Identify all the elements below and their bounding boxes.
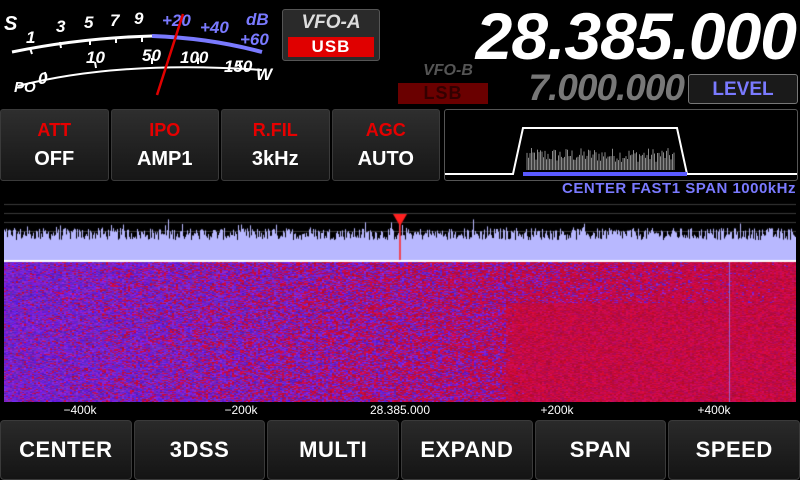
s-scale-5: 5	[84, 13, 94, 32]
multi-button[interactable]: MULTI	[267, 420, 400, 480]
filter-scope[interactable]	[444, 109, 798, 181]
agc-value: AUTO	[357, 148, 414, 170]
po-scale-0: 0	[38, 69, 48, 88]
bottom-button-row: CENTER 3DSS MULTI EXPAND SPAN SPEED	[0, 420, 800, 480]
att-label: ATT	[37, 120, 72, 140]
po-scale-150: 150	[224, 57, 253, 76]
vfo-b-frequency[interactable]: 7.000.000	[490, 66, 685, 110]
3dss-button[interactable]: 3DSS	[133, 420, 266, 480]
s-scale-1: 1	[26, 28, 35, 47]
filter-scope-graph	[445, 127, 797, 176]
plus-scale-40: +40	[200, 18, 229, 37]
function-row: ATT OFF IPO AMP1 R.FIL 3kHz AGC AUTO	[0, 109, 440, 181]
ipo-button[interactable]: IPO AMP1	[110, 109, 219, 181]
vfo-a-box[interactable]: VFO-A USB	[282, 9, 380, 61]
filter-bar	[523, 172, 687, 176]
plus-scale-20: +20	[162, 11, 191, 30]
db-label: dB	[246, 10, 269, 29]
speed-button[interactable]: SPEED	[668, 420, 800, 480]
vfo-a-mode[interactable]: USB	[288, 37, 374, 57]
agc-button[interactable]: AGC AUTO	[331, 109, 440, 181]
po-scale-100: 100	[180, 48, 209, 67]
po-scale-10: 10	[86, 48, 105, 67]
axis-label-plus400: +400k	[697, 403, 731, 417]
ipo-label: IPO	[149, 120, 181, 140]
axis-label-center: 28.385.000	[369, 403, 431, 417]
expand-button[interactable]: EXPAND	[401, 420, 533, 480]
rfil-label: R.FIL	[252, 120, 298, 140]
po-label: PO	[14, 79, 36, 96]
s-scale-7: 7	[110, 11, 121, 30]
po-scale-50: 50	[142, 46, 161, 65]
span-button[interactable]: SPAN	[534, 420, 667, 480]
s-scale-9: 9	[134, 9, 144, 28]
vfo-a-label: VFO-A	[301, 12, 361, 33]
s-meter: S 1 3 5 7 9 +20 +40 dB +60 PO 0 10 50 10…	[4, 9, 274, 96]
center-button[interactable]: CENTER	[0, 420, 132, 480]
scope-info: CENTER FAST1 SPAN 1000kHz	[562, 180, 796, 197]
w-label: W	[256, 65, 274, 84]
ipo-value: AMP1	[136, 148, 193, 170]
s-scale-3: 3	[56, 17, 66, 36]
frequency-axis: −400k −200k 28.385.000 +200k +400k	[4, 402, 796, 418]
filter-noise	[526, 148, 675, 170]
axis-label-minus400: −400k	[63, 403, 97, 417]
att-button[interactable]: ATT OFF	[0, 109, 109, 181]
axis-label-minus200: −200k	[224, 403, 258, 417]
vfo-b-mode[interactable]: LSB	[398, 83, 488, 104]
s-label: S	[4, 13, 18, 35]
rfil-button[interactable]: R.FIL 3kHz	[221, 109, 330, 181]
spectrum-waterfall[interactable]	[4, 198, 796, 402]
axis-label-plus200: +200k	[540, 403, 574, 417]
level-button[interactable]: LEVEL	[688, 74, 798, 104]
vfo-b-label: VFO-B	[423, 62, 473, 79]
rfil-value: 3kHz	[251, 148, 299, 170]
att-value: OFF	[34, 148, 75, 170]
agc-label: AGC	[365, 120, 406, 140]
